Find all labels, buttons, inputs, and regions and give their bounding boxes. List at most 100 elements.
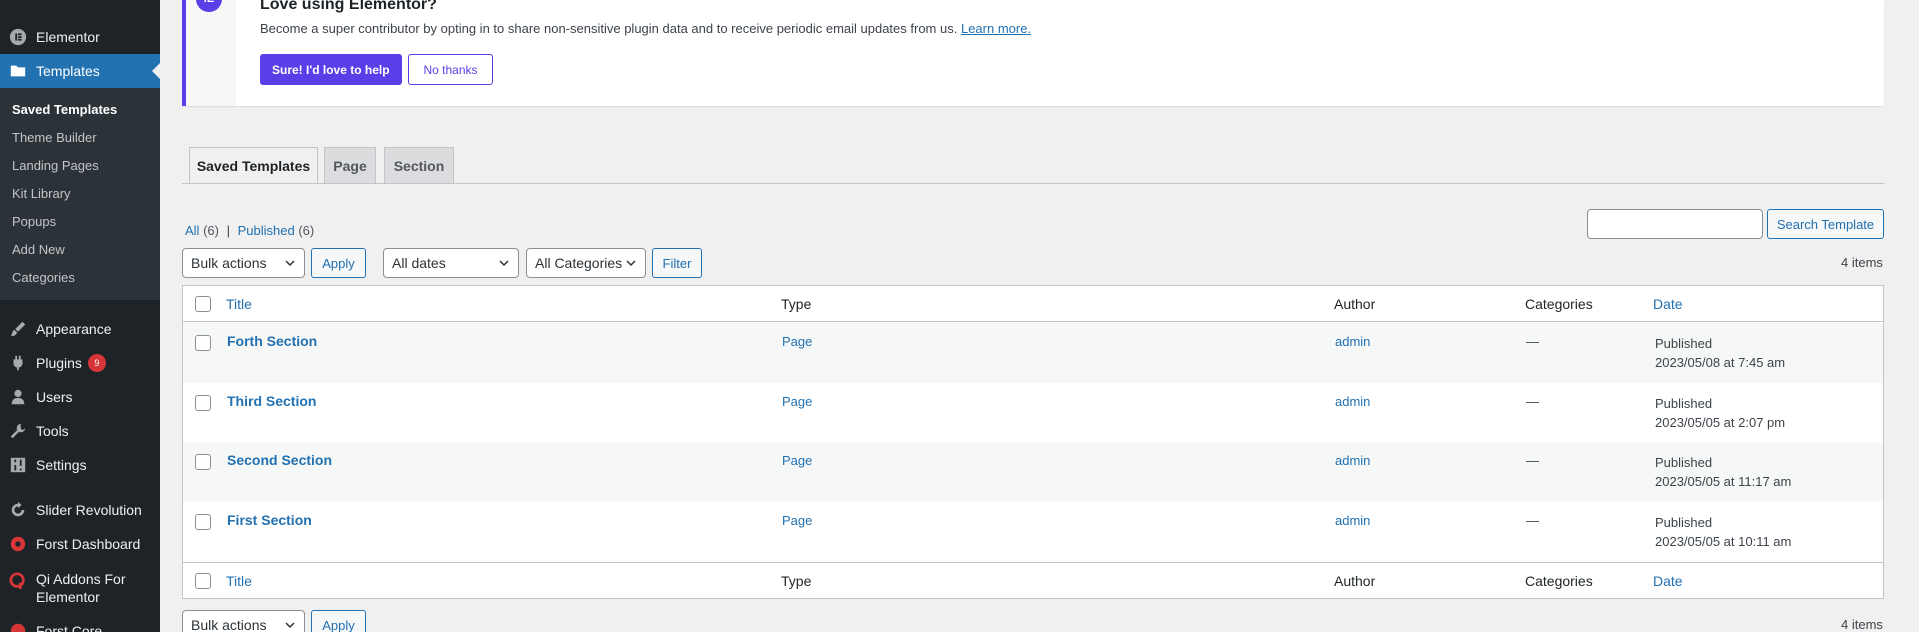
wrench-icon [0, 422, 36, 440]
sidebar-item-tools[interactable]: Tools [0, 422, 160, 440]
column-date-sort-bottom[interactable]: Date [1653, 573, 1683, 589]
sidebar-item-forst-core[interactable]: Forst Core [0, 622, 160, 632]
dates-select[interactable]: All dates [383, 248, 519, 278]
submenu-landing-pages[interactable]: Landing Pages [12, 158, 99, 173]
notice-logo-column: IE [186, 0, 236, 106]
row-type-link[interactable]: Page [782, 394, 812, 409]
table-footer: Title Type Author Categories Date [183, 562, 1883, 598]
search-template-button[interactable]: Search Template [1767, 209, 1884, 239]
sidebar-item-users[interactable]: Users [0, 388, 160, 406]
submenu-theme-builder[interactable]: Theme Builder [12, 130, 97, 145]
chevron-down-icon [285, 622, 295, 629]
forst-logo-icon [0, 535, 36, 553]
row-author-link[interactable]: admin [1335, 453, 1370, 468]
optin-decline-button[interactable]: No thanks [408, 54, 493, 85]
plugins-update-badge: 9 [87, 354, 106, 372]
sidebar-item-slider-revolution[interactable]: Slider Revolution [0, 501, 160, 519]
chevron-down-icon [285, 260, 295, 267]
row-type-link[interactable]: Page [782, 453, 812, 468]
sidebar-item-label: Settings [36, 457, 87, 473]
sidebar-item-label: Slider Revolution [36, 502, 142, 518]
admin-sidebar: Elementor Templates Saved Templates Them… [0, 0, 160, 632]
view-published-link[interactable]: Published (6) [238, 223, 315, 238]
table-row: Second Section Page admin — Published 202… [183, 442, 1883, 502]
sidebar-item-qi-addons[interactable]: Qi Addons For Elementor [0, 570, 160, 606]
plugin-icon [0, 354, 36, 372]
row-title-link[interactable]: First Section [227, 512, 312, 528]
bulk-actions-select[interactable]: Bulk actions [182, 248, 305, 278]
row-checkbox[interactable] [195, 335, 211, 351]
submenu-popups[interactable]: Popups [12, 214, 56, 229]
row-checkbox[interactable] [195, 514, 211, 530]
bulk-actions-select-bottom[interactable]: Bulk actions [182, 610, 305, 632]
row-checkbox[interactable] [195, 395, 211, 411]
select-all-checkbox-bottom[interactable] [195, 573, 211, 589]
sidebar-item-label: Plugins [36, 355, 82, 371]
templates-table: Title Type Author Categories Date Forth … [182, 285, 1884, 599]
view-all-link[interactable]: All (6) [185, 223, 219, 238]
row-title-link[interactable]: Third Section [227, 393, 316, 409]
submenu-saved-templates[interactable]: Saved Templates [12, 102, 117, 117]
row-title-link[interactable]: Second Section [227, 452, 332, 468]
tab-page[interactable]: Page [324, 147, 376, 183]
notice-message: Become a super contributor by opting in … [260, 21, 1031, 36]
sidebar-item-elementor[interactable]: Elementor [0, 28, 160, 46]
column-title-sort[interactable]: Title [226, 296, 252, 312]
table-row: First Section Page admin — Published 2023… [183, 502, 1883, 562]
search-input[interactable] [1587, 209, 1763, 239]
sidebar-item-label: Elementor [36, 29, 100, 45]
apply-button[interactable]: Apply [311, 248, 366, 278]
bulk-actions-value: Bulk actions [191, 255, 267, 271]
column-categories-bottom: Categories [1525, 573, 1593, 589]
row-categories: — [1526, 453, 1539, 468]
filter-button[interactable]: Filter [652, 248, 702, 278]
row-author-link[interactable]: admin [1335, 513, 1370, 528]
sidebar-item-label: Forst Core [36, 623, 103, 632]
qi-addons-line1: Qi Addons For [36, 571, 126, 587]
row-author-link[interactable]: admin [1335, 394, 1370, 409]
row-date: Published 2023/05/05 at 10:11 am [1655, 515, 1792, 549]
categories-select[interactable]: All Categories [526, 248, 646, 278]
chevron-down-icon [499, 260, 509, 267]
optin-accept-button[interactable]: Sure! I'd love to help [260, 54, 402, 85]
forst-core-icon [0, 622, 36, 632]
elementor-logo-icon: IE [196, 0, 222, 12]
items-count-bottom: 4 items [1841, 617, 1883, 632]
submenu-add-new[interactable]: Add New [12, 242, 65, 257]
tab-saved-templates[interactable]: Saved Templates [189, 147, 318, 184]
sidebar-item-label: Appearance [36, 321, 112, 337]
row-type-link[interactable]: Page [782, 334, 812, 349]
apply-button-bottom[interactable]: Apply [311, 610, 366, 632]
elementor-icon [0, 28, 36, 46]
column-date-sort[interactable]: Date [1653, 296, 1683, 312]
sidebar-item-label: Templates [36, 63, 100, 79]
row-categories: — [1526, 513, 1539, 528]
templates-submenu: Saved Templates Theme Builder Landing Pa… [0, 88, 160, 300]
row-author-link[interactable]: admin [1335, 334, 1370, 349]
submenu-kit-library[interactable]: Kit Library [12, 186, 71, 201]
sidebar-item-forst-dashboard[interactable]: Forst Dashboard [0, 535, 160, 553]
row-title-link[interactable]: Forth Section [227, 333, 317, 349]
user-icon [0, 388, 36, 406]
sidebar-item-appearance[interactable]: Appearance [0, 320, 160, 338]
row-type-link[interactable]: Page [782, 513, 812, 528]
learn-more-link[interactable]: Learn more. [961, 21, 1031, 36]
row-date: Published 2023/05/08 at 7:45 am [1655, 336, 1786, 370]
column-author: Author [1334, 296, 1376, 312]
tab-section[interactable]: Section [384, 147, 454, 183]
views-separator: | [226, 223, 230, 238]
row-categories: — [1526, 334, 1539, 349]
notice-title: Love using Elementor? [260, 0, 437, 13]
column-title-sort-bottom[interactable]: Title [226, 573, 252, 589]
tabs-divider [182, 183, 1884, 184]
row-checkbox[interactable] [195, 454, 211, 470]
row-date: Published 2023/05/05 at 11:17 am [1655, 455, 1792, 489]
select-all-checkbox[interactable] [195, 296, 211, 312]
submenu-categories[interactable]: Categories [12, 270, 75, 285]
sidebar-item-templates[interactable]: Templates [0, 54, 160, 88]
table-header: Title Type Author Categories Date [183, 286, 1883, 322]
sidebar-item-settings[interactable]: Settings [0, 456, 160, 474]
chevron-down-icon [626, 260, 636, 267]
dates-value: All dates [392, 255, 446, 271]
sidebar-item-plugins[interactable]: Plugins 9 [0, 354, 160, 372]
